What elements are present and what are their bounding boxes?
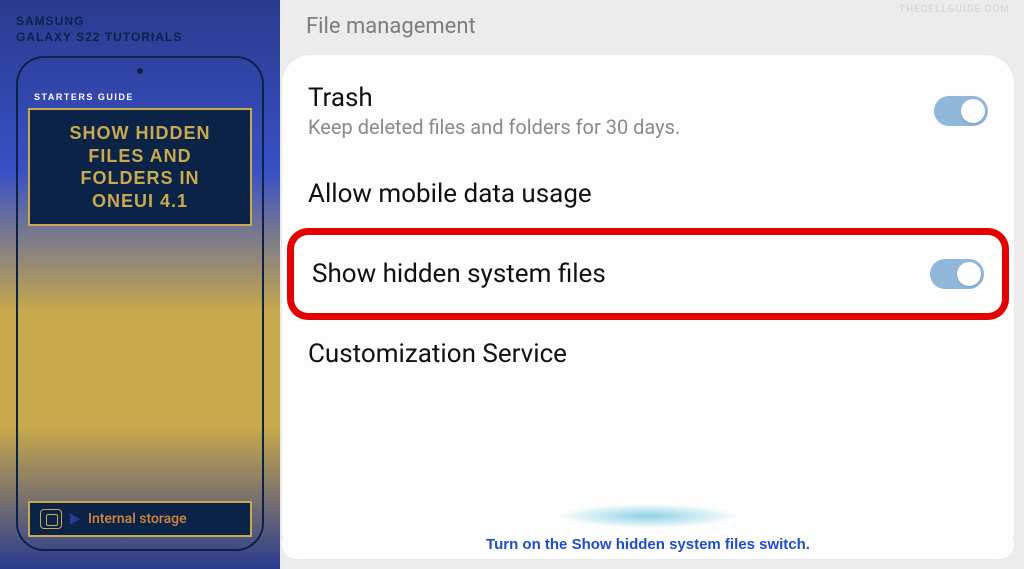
row-hidden-title: Show hidden system files [312, 259, 910, 289]
internal-storage-box: Internal storage [28, 501, 252, 537]
row-show-hidden-files[interactable]: Show hidden system files [294, 235, 1002, 313]
camera-dot-icon [137, 68, 143, 74]
phone-frame: STARTERS GUIDE SHOW HIDDEN FILES AND FOL… [16, 56, 264, 551]
row-hidden-text: Show hidden system files [312, 259, 910, 289]
chevron-right-icon [70, 513, 80, 525]
row-customization-text: Customization Service [308, 339, 988, 369]
row-customization-service[interactable]: Customization Service [282, 319, 1014, 377]
tutorial-banner: SAMSUNG GALAXY S22 TUTORIALS STARTERS GU… [0, 0, 280, 569]
title-line-2: FILES AND [38, 145, 242, 168]
row-mobile-data-text: Allow mobile data usage [308, 179, 988, 209]
title-line-1: SHOW HIDDEN [38, 122, 242, 145]
home-icon [40, 509, 62, 529]
row-mobile-data-title: Allow mobile data usage [308, 179, 988, 209]
trash-toggle[interactable] [934, 96, 988, 126]
settings-card: Trash Keep deleted files and folders for… [282, 55, 1014, 559]
show-hidden-files-toggle[interactable] [930, 259, 984, 289]
row-trash[interactable]: Trash Keep deleted files and folders for… [282, 63, 1014, 159]
brand-line-2: GALAXY S22 TUTORIALS [16, 30, 264, 44]
title-line-3: FOLDERS IN [38, 167, 242, 190]
row-trash-text: Trash Keep deleted files and folders for… [308, 83, 914, 139]
instruction-caption: Turn on the Show hidden system files swi… [282, 530, 1014, 559]
watermark-text: THECELLGUIDE.COM [899, 4, 1010, 15]
storage-label: Internal storage [88, 511, 187, 527]
row-mobile-data[interactable]: Allow mobile data usage [282, 159, 1014, 229]
row-trash-subtitle: Keep deleted files and folders for 30 da… [308, 115, 914, 139]
title-line-4: ONEUI 4.1 [38, 190, 242, 213]
settings-panel: THECELLGUIDE.COM File management Trash K… [280, 0, 1024, 569]
row-trash-title: Trash [308, 83, 914, 113]
guide-label: STARTERS GUIDE [34, 92, 252, 102]
row-customization-title: Customization Service [308, 339, 988, 369]
brand-line-1: SAMSUNG [16, 14, 264, 28]
tutorial-title-box: SHOW HIDDEN FILES AND FOLDERS IN ONEUI 4… [28, 108, 252, 226]
